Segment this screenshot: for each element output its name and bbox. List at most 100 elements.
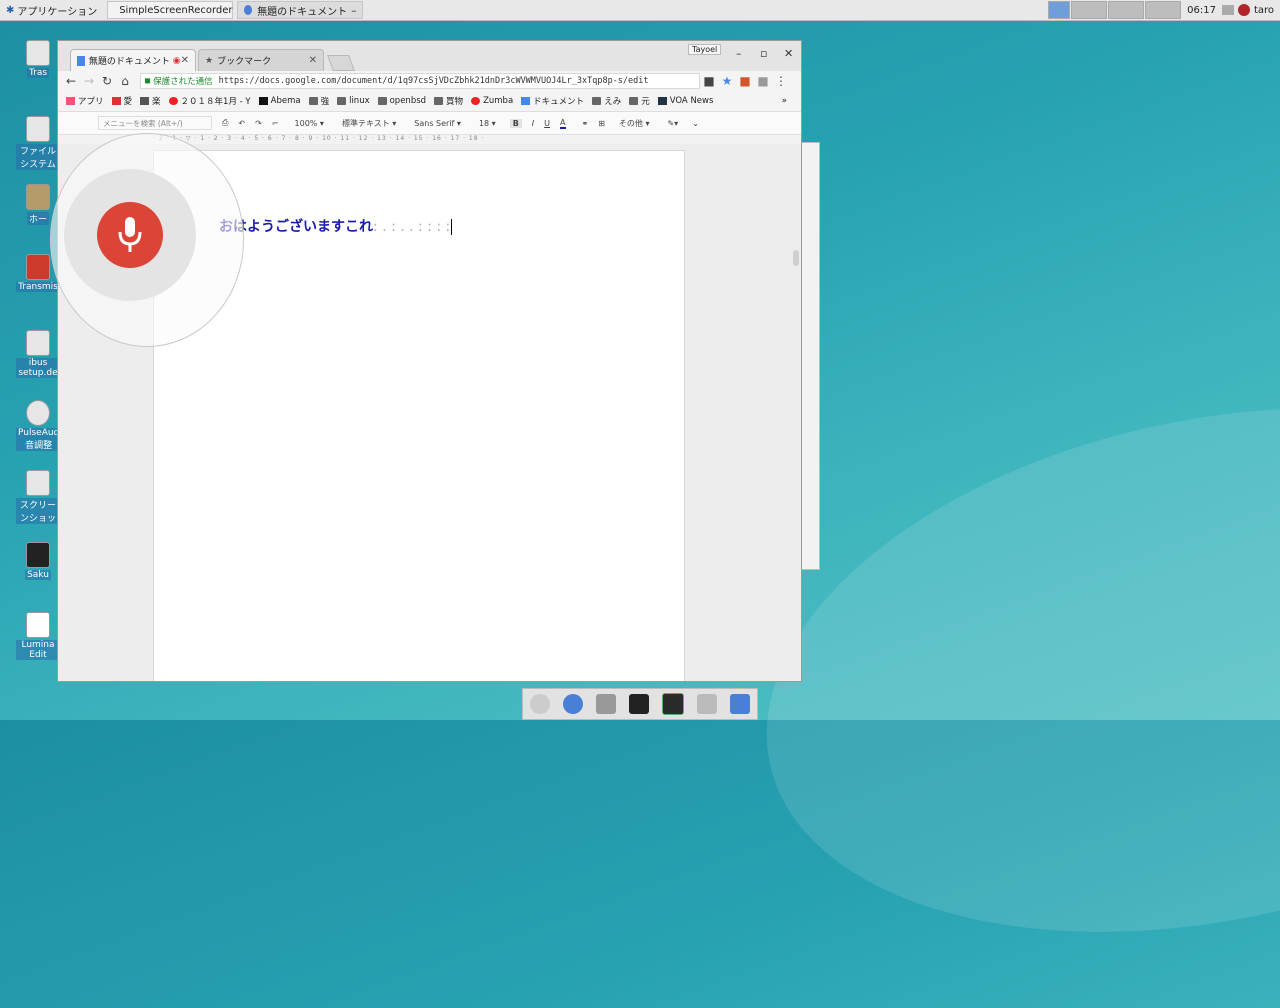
tv-icon (258, 97, 268, 105)
bold-button[interactable]: B (509, 118, 522, 128)
desktop-icon-sakura[interactable]: Saku (16, 542, 60, 580)
extension-icon[interactable]: ■ (736, 74, 754, 88)
recording-icon: ◉ (172, 55, 181, 66)
workspace-1[interactable] (1048, 1, 1071, 19)
user-avatar-icon[interactable] (1237, 4, 1250, 16)
desktop-icon-lumina-editor[interactable]: Lumina Edit (16, 612, 60, 660)
profile-button[interactable]: Tayoel (688, 44, 722, 55)
more-button[interactable]: その他 ▾ (619, 118, 650, 129)
camera-icon[interactable]: ■ (700, 74, 718, 88)
folder-icon (337, 97, 347, 105)
close-window-icon[interactable]: ✕ (784, 47, 793, 60)
desktop-icon-ibus[interactable]: ibus setup.de (16, 330, 60, 378)
bookmark-zumba[interactable]: Zumba (471, 96, 513, 106)
editing-mode-icon[interactable]: ✎▾ (667, 119, 678, 128)
calendar-icon (140, 97, 150, 105)
bookmark-folder-emi[interactable]: えみ (592, 95, 621, 107)
address-bar[interactable]: ■ 保護された通信 https://docs.google.com/docume… (140, 73, 700, 89)
chrome-icon[interactable] (562, 694, 583, 714)
menu-kebab-icon[interactable]: ⋮ (772, 74, 790, 88)
desktop-icon-pulseaudio[interactable]: PulseAud 音調整 (16, 400, 62, 451)
maximize-icon[interactable]: ▫ (760, 47, 767, 60)
back-icon[interactable]: ← (62, 74, 80, 88)
desktop-icon-trash[interactable]: Tras (16, 40, 60, 78)
file-manager-icon[interactable] (697, 694, 718, 714)
minimize-icon[interactable]: – (736, 47, 742, 60)
link-icon[interactable]: ⚭ (582, 119, 589, 128)
text-editor-icon (26, 612, 50, 638)
italic-button[interactable]: I (532, 119, 534, 128)
chrome-icon (244, 5, 253, 15)
bookmark-calendar[interactable]: 楽 (140, 95, 161, 107)
speaker-icon (26, 400, 50, 426)
bookmark-gmail[interactable]: 愛 (111, 95, 132, 107)
apps-icon (66, 97, 75, 105)
bookmark-youtube-1[interactable]: ２０１８年1月 - Y (168, 95, 251, 107)
docs-icon (77, 55, 85, 66)
new-tab-button[interactable] (327, 55, 355, 71)
insert-comment-icon[interactable]: ⊞ (598, 119, 605, 128)
bookmark-folder-gen[interactable]: 元 (629, 95, 650, 107)
workspace-3[interactable] (1108, 1, 1145, 19)
screenshot-icon[interactable] (595, 694, 616, 714)
zoom-select[interactable]: 100% ▾ (295, 119, 324, 128)
clock[interactable]: 06:17 (1187, 5, 1216, 16)
bookmark-abema[interactable]: Abema (258, 96, 301, 106)
extension-2-icon[interactable]: ■ (754, 74, 772, 88)
vertical-scrollbar[interactable] (793, 250, 799, 266)
ruler[interactable]: · 2 · 1 · ▽ · 1 · 2 · 3 · 4 · 5 · 6 · 7 … (153, 135, 683, 143)
task-label: 無題のドキュメント － G… (257, 6, 356, 18)
bookmarks-overflow-icon[interactable]: » (782, 96, 787, 106)
bookmark-star-icon[interactable]: ★ (718, 74, 736, 88)
style-select[interactable]: 標準テキスト ▾ (342, 118, 396, 129)
desktop-icon-screenshot[interactable]: スクリーンショッ (16, 470, 60, 524)
voice-typing-button[interactable] (97, 202, 163, 268)
user-name[interactable]: taro (1254, 5, 1274, 16)
ibus-icon (26, 330, 50, 356)
tab-bookmarks[interactable]: ★ ブックマーク ✕ (198, 49, 324, 71)
menu-search-input[interactable]: メニューを検索 (Alt+/) (98, 116, 212, 130)
task-screen-recorder[interactable]: SimpleScreenRecorder (107, 1, 234, 19)
applications-menu[interactable]: ✱ アプリケーション (0, 0, 103, 20)
undo-icon[interactable]: ↶ (238, 119, 245, 128)
home-icon[interactable]: ⌂ (116, 74, 134, 88)
underline-button[interactable]: U (544, 119, 550, 128)
bookmark-apps[interactable]: アプリ (66, 95, 104, 107)
font-size-select[interactable]: 18 ▾ (479, 119, 496, 128)
tab-title: ブックマーク (217, 57, 272, 67)
network-icon[interactable] (529, 694, 550, 714)
font-select[interactable]: Sans Serif ▾ (414, 119, 461, 128)
reload-icon[interactable]: ↻ (98, 74, 116, 88)
bookmark-documents[interactable]: ドキュメント (521, 95, 584, 107)
workspace-4[interactable] (1145, 1, 1182, 19)
bookmark-folder-shopping[interactable]: 買物 (434, 95, 463, 107)
apps-menu-label: アプリケーション (17, 6, 98, 18)
text-color-button[interactable]: A (560, 118, 566, 129)
collapse-toolbar-icon[interactable]: ⌄ (692, 119, 699, 128)
omnibar: ← → ↻ ⌂ ■ 保護された通信 https://docs.google.co… (58, 71, 801, 91)
task-google-docs[interactable]: 無題のドキュメント － G… (237, 1, 364, 19)
url-text: https://docs.google.com/document/d/1q97c… (218, 76, 649, 86)
transmission-icon (26, 254, 50, 280)
redo-icon[interactable]: ↷ (255, 119, 262, 128)
desktop-icon-filesystem[interactable]: ファイルシステム (16, 116, 60, 170)
terminal-2-icon[interactable] (662, 693, 685, 715)
close-icon[interactable]: ✕ (181, 55, 189, 66)
panel-settings-icon[interactable] (1221, 5, 1234, 15)
workspace-2[interactable] (1071, 1, 1108, 19)
terminal-icon[interactable] (628, 694, 649, 714)
forward-icon[interactable]: → (80, 74, 98, 88)
document-text[interactable]: おはようございますこれ: . : . . : : : : (219, 216, 453, 236)
bookmark-voa[interactable]: VOA News (657, 96, 713, 106)
paint-format-icon[interactable]: ⌐ (272, 119, 279, 128)
terminal-icon (26, 542, 50, 568)
docs-icon (521, 97, 531, 105)
bookmark-folder-1[interactable]: 強 (308, 95, 329, 107)
bookmark-folder-linux[interactable]: linux (337, 96, 370, 106)
print-icon[interactable]: ⎙ (222, 118, 228, 128)
bookmark-folder-openbsd[interactable]: openbsd (377, 96, 426, 106)
close-icon[interactable]: ✕ (309, 55, 317, 66)
secure-label: 保護された通信 (153, 77, 213, 87)
notes-icon[interactable] (730, 694, 751, 714)
tab-docs[interactable]: 無題のドキュメント ◉ ✕ (70, 49, 196, 71)
